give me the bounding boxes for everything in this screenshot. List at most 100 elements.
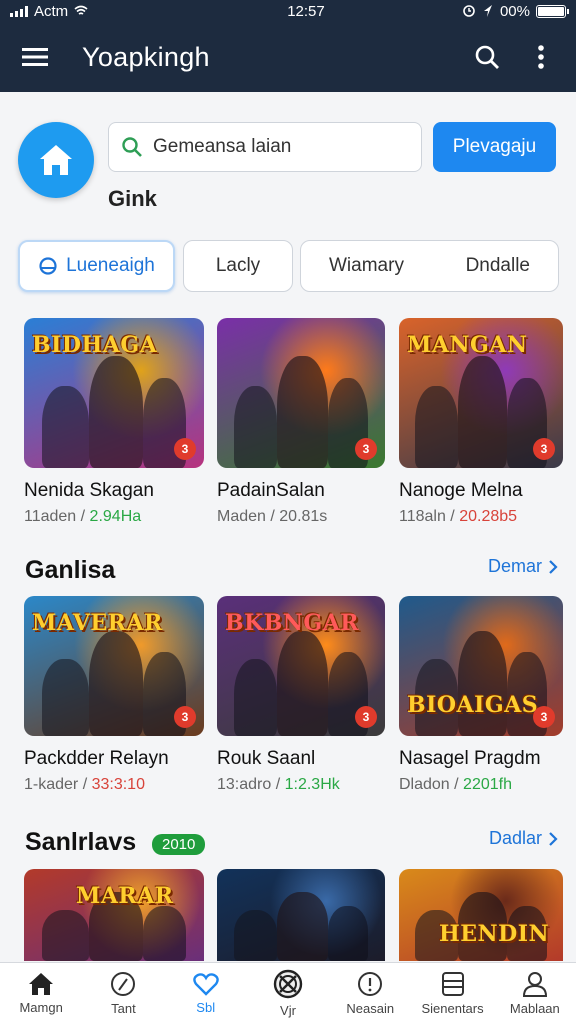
tab-label: Lueneaigh xyxy=(66,255,155,276)
thumbnail-title: MAVERAR xyxy=(32,610,163,636)
game-card[interactable] xyxy=(217,869,385,961)
app-title: Yoapkingh xyxy=(82,41,210,72)
tab-group: Wiamary Dndalle xyxy=(300,240,559,292)
game-meta: 118aln / 20.28b5 xyxy=(399,508,518,525)
search-input[interactable] xyxy=(153,136,403,158)
nav-item-neasain[interactable]: Neasain xyxy=(329,963,411,1024)
nav-label: Mablaan xyxy=(509,1001,560,1016)
game-thumbnail: HENDIN xyxy=(399,869,563,961)
alarm-icon xyxy=(463,5,475,17)
primary-button[interactable]: Plevagaju xyxy=(433,122,556,172)
character-figure xyxy=(277,631,328,736)
hamburger-icon[interactable] xyxy=(20,42,50,72)
home-button[interactable] xyxy=(18,122,94,198)
thumbnail-title: MANGAN xyxy=(407,332,528,358)
tab-lacly[interactable]: Lacly xyxy=(183,240,293,292)
section-badge: 2010 xyxy=(152,834,206,855)
nav-item-vjr[interactable]: Vjr xyxy=(247,963,329,1024)
character-figure xyxy=(458,631,508,736)
search-icon[interactable] xyxy=(472,42,502,72)
status-time: 12:57 xyxy=(287,2,325,20)
see-more-label: Demar xyxy=(487,556,542,576)
character-figure xyxy=(327,905,369,961)
carrier-label: Actm xyxy=(34,2,69,20)
section-title: Ganlisa xyxy=(25,556,116,584)
count-badge: 3 xyxy=(533,706,555,728)
game-thumbnail: BKBNGAR 3 xyxy=(217,596,385,736)
nav-item-sbl[interactable]: Sbl xyxy=(165,963,247,1024)
nav-label: Sbl xyxy=(196,1000,216,1015)
count-badge: 3 xyxy=(355,706,377,728)
tab-label: Lacly xyxy=(215,255,261,276)
game-title: Rouk Saanl xyxy=(217,748,316,769)
chevron-right-icon xyxy=(549,559,558,574)
game-thumbnail: MAVERAR 3 xyxy=(24,596,204,736)
wifi-icon xyxy=(74,5,88,15)
search-field[interactable] xyxy=(108,122,422,172)
game-card[interactable]: MARAR xyxy=(24,869,204,961)
heart-icon xyxy=(192,973,219,996)
nav-item-mamgn[interactable]: Mamgn xyxy=(0,963,82,1024)
section-title: Sanlrlavs xyxy=(25,828,137,856)
nav-item-tant[interactable]: Tant xyxy=(82,963,164,1024)
count-badge: 3 xyxy=(174,438,196,460)
game-card[interactable]: BIDHAGA 3 Nenida Skagan 11aden / 2.94Ha xyxy=(24,318,204,526)
game-title: Nasagel Pragdm xyxy=(399,748,541,769)
game-thumbnail: MANGAN 3 xyxy=(399,318,563,468)
see-more-link[interactable]: Dadlar xyxy=(489,828,558,849)
sub-label: Gink xyxy=(108,186,157,211)
status-bar: Actm 12:57 00% xyxy=(0,0,576,22)
game-title: Packdder Relayn xyxy=(24,748,169,769)
see-more-link[interactable]: Demar xyxy=(488,556,558,577)
more-vert-icon[interactable] xyxy=(526,42,556,72)
game-meta: Maden / 20.81s xyxy=(217,508,328,525)
bottom-nav: Mamgn Tant Sbl Vjr Neasain Sienentars Ma… xyxy=(0,962,576,1024)
tab-wiamary[interactable]: Wiamary xyxy=(329,255,404,277)
character-figure xyxy=(88,631,143,736)
game-title: Nenida Skagan xyxy=(24,480,154,501)
battery-percent: 00% xyxy=(499,2,530,20)
game-thumbnail: MARAR xyxy=(24,869,204,961)
game-card[interactable]: 3 PadainSalan Maden / 20.81s xyxy=(217,318,385,526)
game-meta: 1-kader / 33:3:10 xyxy=(24,776,145,793)
game-card[interactable]: BKBNGAR 3 Rouk Saanl 13:adro / 1:2.3Hk xyxy=(217,596,385,794)
thumbnail-title: BKBNGAR xyxy=(225,610,360,636)
info-icon xyxy=(39,257,57,275)
nav-item-sienentars[interactable]: Sienentars xyxy=(411,963,493,1024)
game-thumbnail xyxy=(217,869,385,961)
game-thumbnail: BIOAIGAS 3 xyxy=(399,596,563,736)
person-icon xyxy=(522,972,547,997)
count-badge: 3 xyxy=(355,438,377,460)
game-card[interactable]: BIOAIGAS 3 Nasagel Pragdm Dladon / 2201f… xyxy=(399,596,563,794)
search-icon xyxy=(122,137,142,157)
game-title: PadainSalan xyxy=(217,480,325,501)
game-card[interactable]: HENDIN xyxy=(399,869,563,961)
character-figure xyxy=(458,355,508,468)
tab-dndalle[interactable]: Dndalle xyxy=(466,255,530,277)
game-card[interactable]: MAVERAR 3 Packdder Relayn 1-kader / 33:3… xyxy=(24,596,204,794)
character-figure xyxy=(42,659,89,736)
home-icon xyxy=(40,145,72,175)
nav-label: Tant xyxy=(111,1001,136,1016)
nav-label: Neasain xyxy=(346,1001,395,1016)
game-meta: 13:adro / 1:2.3Hk xyxy=(217,776,340,793)
nav-label: Mamgn xyxy=(19,1000,63,1015)
game-card[interactable]: MANGAN 3 Nanoge Melna 118aln / 20.28b5 xyxy=(399,318,563,526)
thumbnail-title: HENDIN xyxy=(439,921,550,947)
game-thumbnail: 3 xyxy=(217,318,385,468)
character-figure xyxy=(415,385,459,468)
game-title: Nanoge Melna xyxy=(399,480,523,501)
nav-item-mablaan[interactable]: Mablaan xyxy=(494,963,576,1024)
character-figure xyxy=(233,659,278,736)
list-box-icon xyxy=(441,972,464,996)
chevron-right-icon xyxy=(549,831,558,846)
count-badge: 3 xyxy=(533,438,555,460)
target-icon xyxy=(273,969,303,999)
tab-lueneaigh[interactable]: Lueneaigh xyxy=(18,240,175,292)
character-figure xyxy=(88,355,143,468)
see-more-label: Dadlar xyxy=(488,828,542,848)
app-bar: Yoapkingh xyxy=(0,22,576,92)
home-icon xyxy=(29,973,54,995)
nav-label: Sienentars xyxy=(421,1001,484,1016)
nav-label: Vjr xyxy=(280,1003,296,1018)
